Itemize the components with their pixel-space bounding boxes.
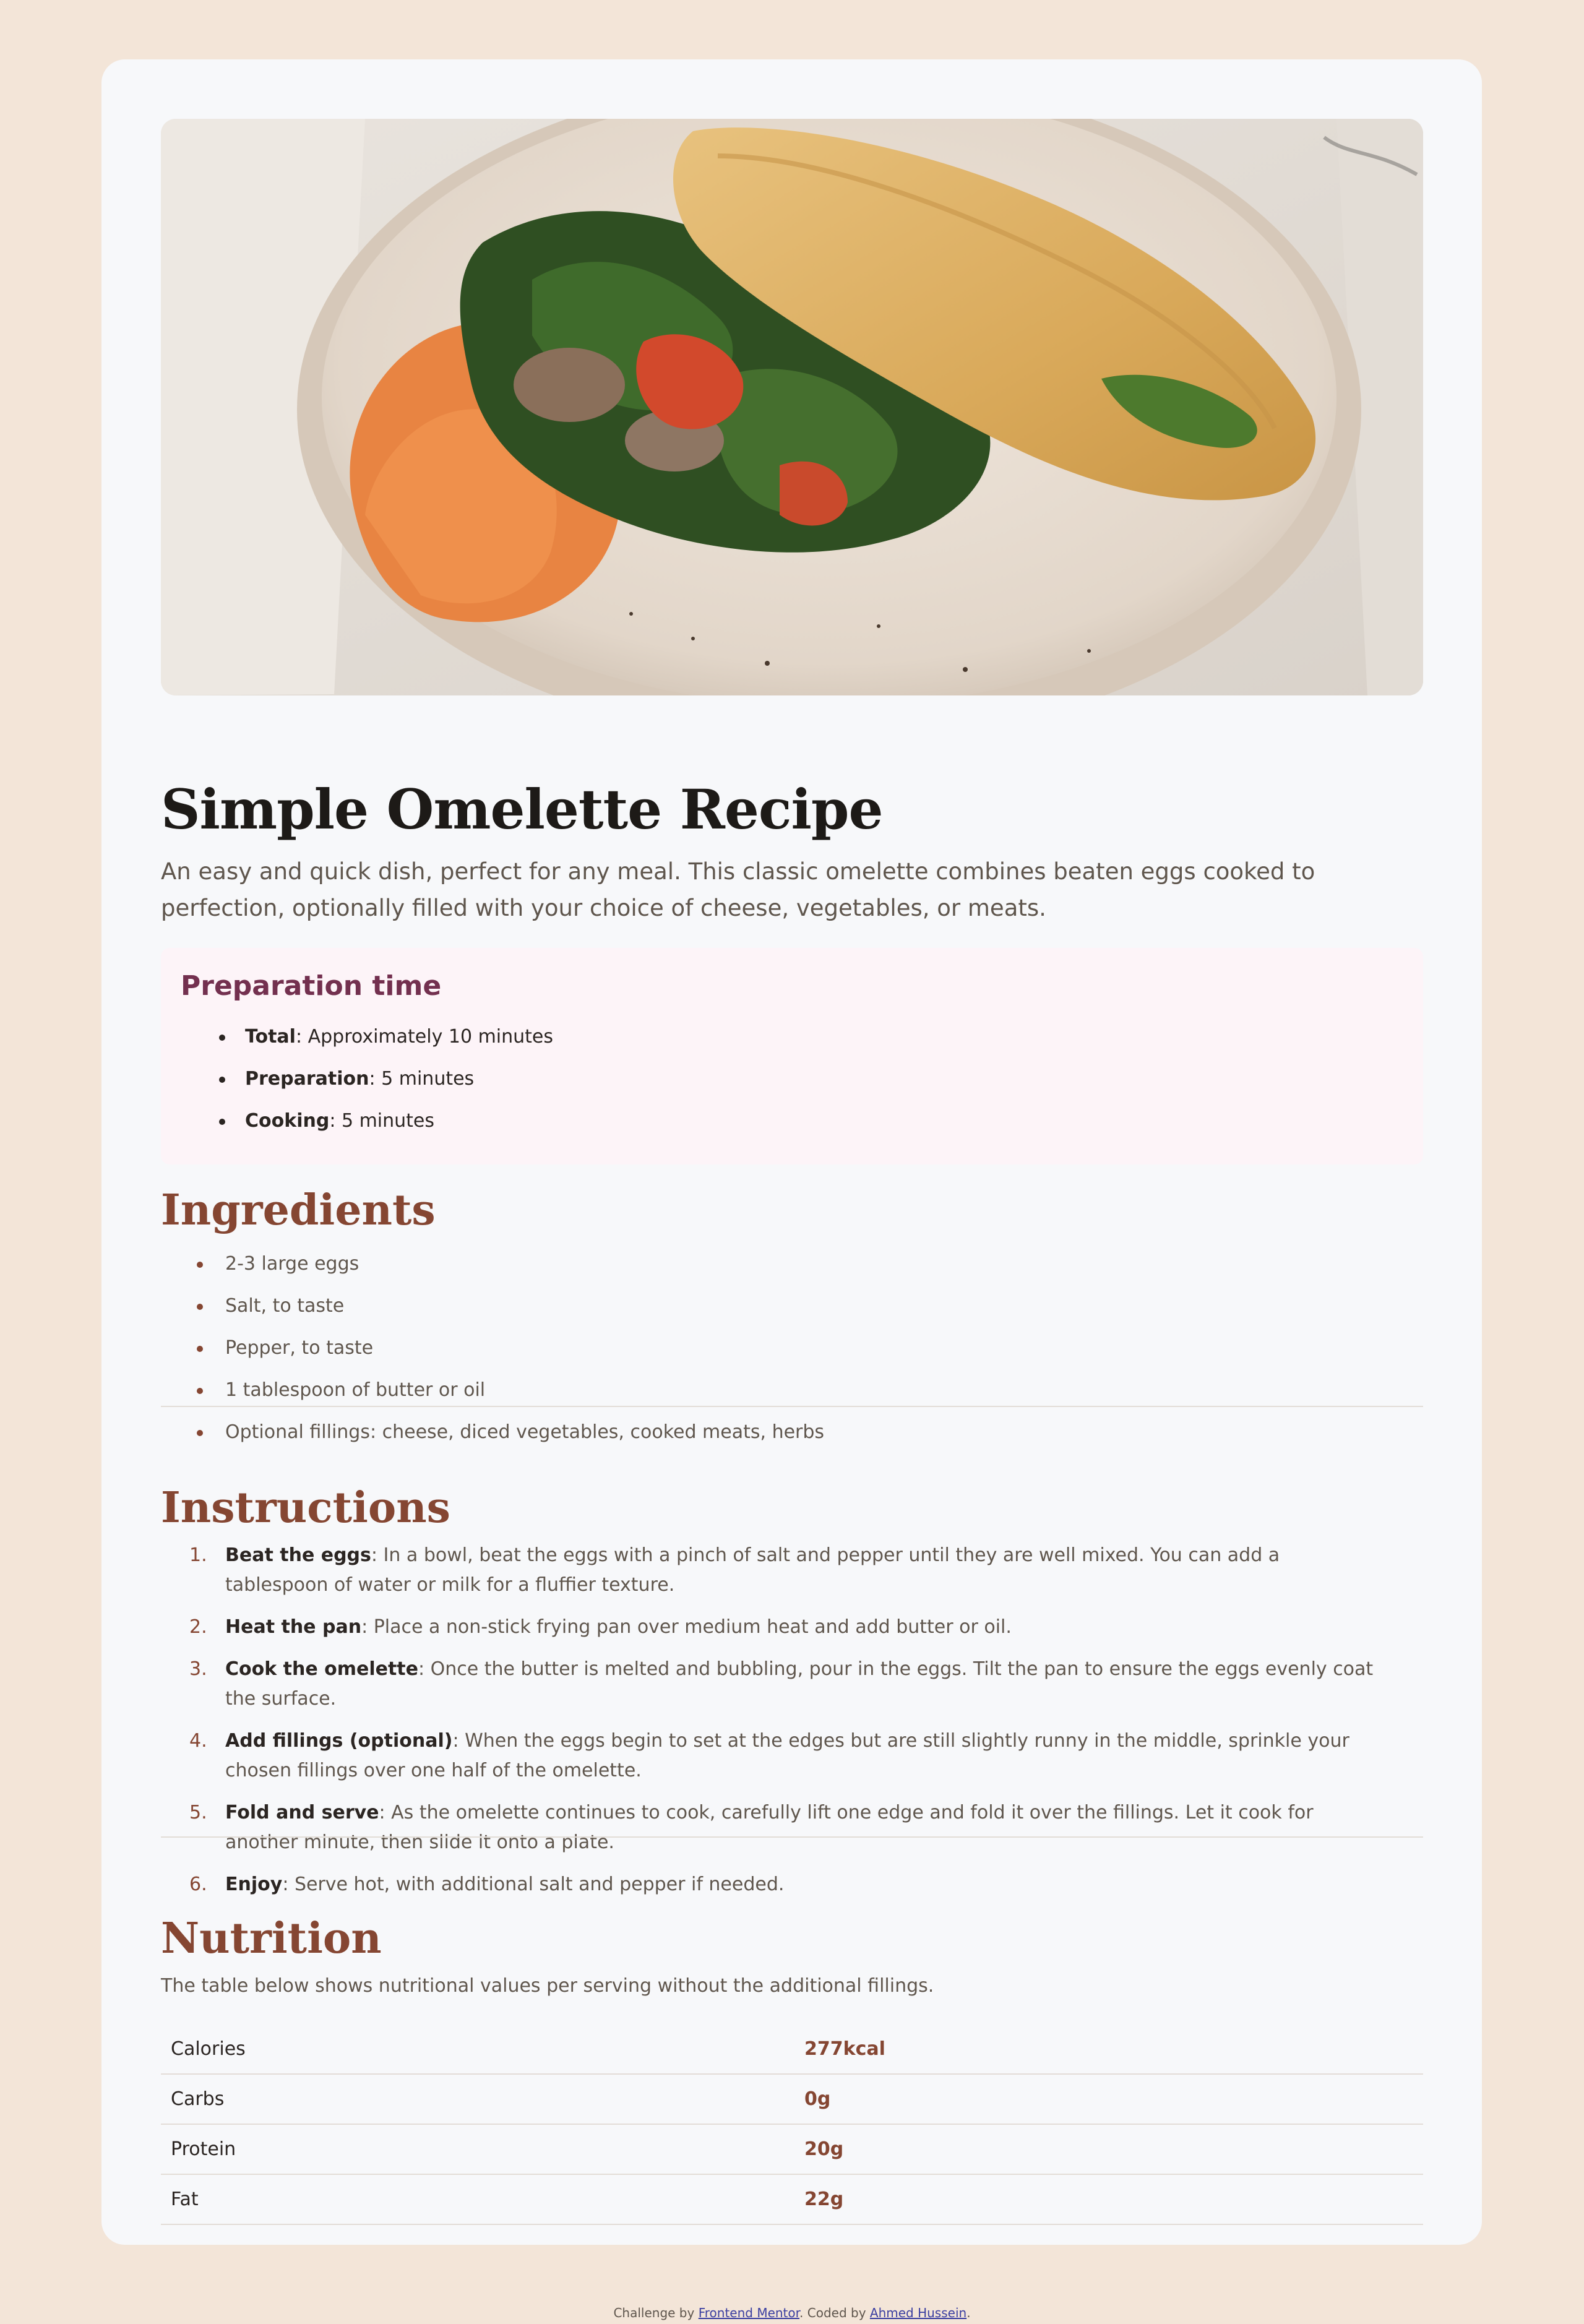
instruction-step: 1. Beat the eggs: In a bowl, beat the egg… (189, 1544, 1280, 1596)
nutrient-name: Protein (161, 2124, 804, 2175)
nutrient-value: 0g (804, 2074, 1423, 2125)
instruction-step: 5. Fold and serve: As the omelette contin… (189, 1802, 1314, 1853)
page-title: Simple Omelette Recipe (161, 777, 883, 841)
ingredient-item: Pepper, to taste (196, 1327, 824, 1369)
instruction-step: 6. Enjoy: Serve hot, with additional salt… (189, 1874, 785, 1895)
table-row: Carbs 0g (161, 2074, 1423, 2125)
prep-item-cooking: Cooking: 5 minutes (210, 1100, 553, 1142)
nutrition-description: The table below shows nutritional values… (161, 1975, 934, 1997)
divider (161, 1406, 1423, 1407)
omelette-image (161, 119, 1423, 695)
instruction-step: 3. Cook the omelette: Once the butter is … (189, 1658, 1374, 1710)
instruction-step: 2. Heat the pan: Place a non-stick frying… (189, 1616, 1012, 1638)
preparation-time-title: Preparation time (181, 970, 442, 1002)
ingredient-item: Salt, to taste (196, 1285, 824, 1327)
nutrition-title: Nutrition (161, 1914, 382, 1963)
table-row: Fat 22g (161, 2174, 1423, 2225)
table-row: Calories 277kcal (161, 2024, 1423, 2075)
ingredient-item: 2-3 large eggs (196, 1243, 824, 1285)
recipe-intro: An easy and quick dish, perfect for any … (161, 858, 1315, 921)
recipe-card: Simple Omelette Recipe An easy and quick… (101, 59, 1482, 2245)
table-row: Protein 20g (161, 2124, 1423, 2175)
preparation-time-list: Total: Approximately 10 minutes Preparat… (210, 1016, 553, 1142)
nutrient-value: 22g (804, 2174, 1423, 2225)
nutrient-value: 277kcal (804, 2024, 1423, 2075)
prep-item-preparation: Preparation: 5 minutes (210, 1058, 553, 1100)
instructions-title: Instructions (161, 1483, 450, 1533)
frontend-mentor-link[interactable]: Frontend Mentor (699, 2305, 799, 2320)
omelette-photo (161, 119, 1423, 695)
ingredients-list: 2-3 large eggs Salt, to taste Pepper, to… (196, 1243, 824, 1453)
nutrient-name: Fat (161, 2174, 804, 2225)
ingredients-title: Ingredients (161, 1186, 436, 1235)
nutrient-value: 20g (804, 2124, 1423, 2175)
nutrition-table: Calories 277kcal Carbs 0g Protein 20g Fa… (161, 2024, 1423, 2225)
nutrient-name: Calories (161, 2024, 804, 2075)
author-link[interactable]: Ahmed Hussein (870, 2305, 966, 2320)
ingredient-item: Optional fillings: cheese, diced vegetab… (196, 1411, 824, 1453)
instruction-step: 4. Add fillings (optional): When the eggs… (189, 1730, 1349, 1781)
prep-item-total: Total: Approximately 10 minutes (210, 1016, 553, 1058)
divider (161, 1836, 1423, 1838)
nutrient-name: Carbs (161, 2074, 804, 2125)
attribution-footer: Challenge by Frontend Mentor. Coded by A… (613, 2305, 971, 2320)
instructions-list: 1. Beat the eggs: In a bowl, beat the egg… (189, 1541, 1388, 1912)
preparation-time-box: Preparation time Total: Approximately 10… (161, 948, 1423, 1164)
ingredient-item: 1 tablespoon of butter or oil (196, 1369, 824, 1411)
